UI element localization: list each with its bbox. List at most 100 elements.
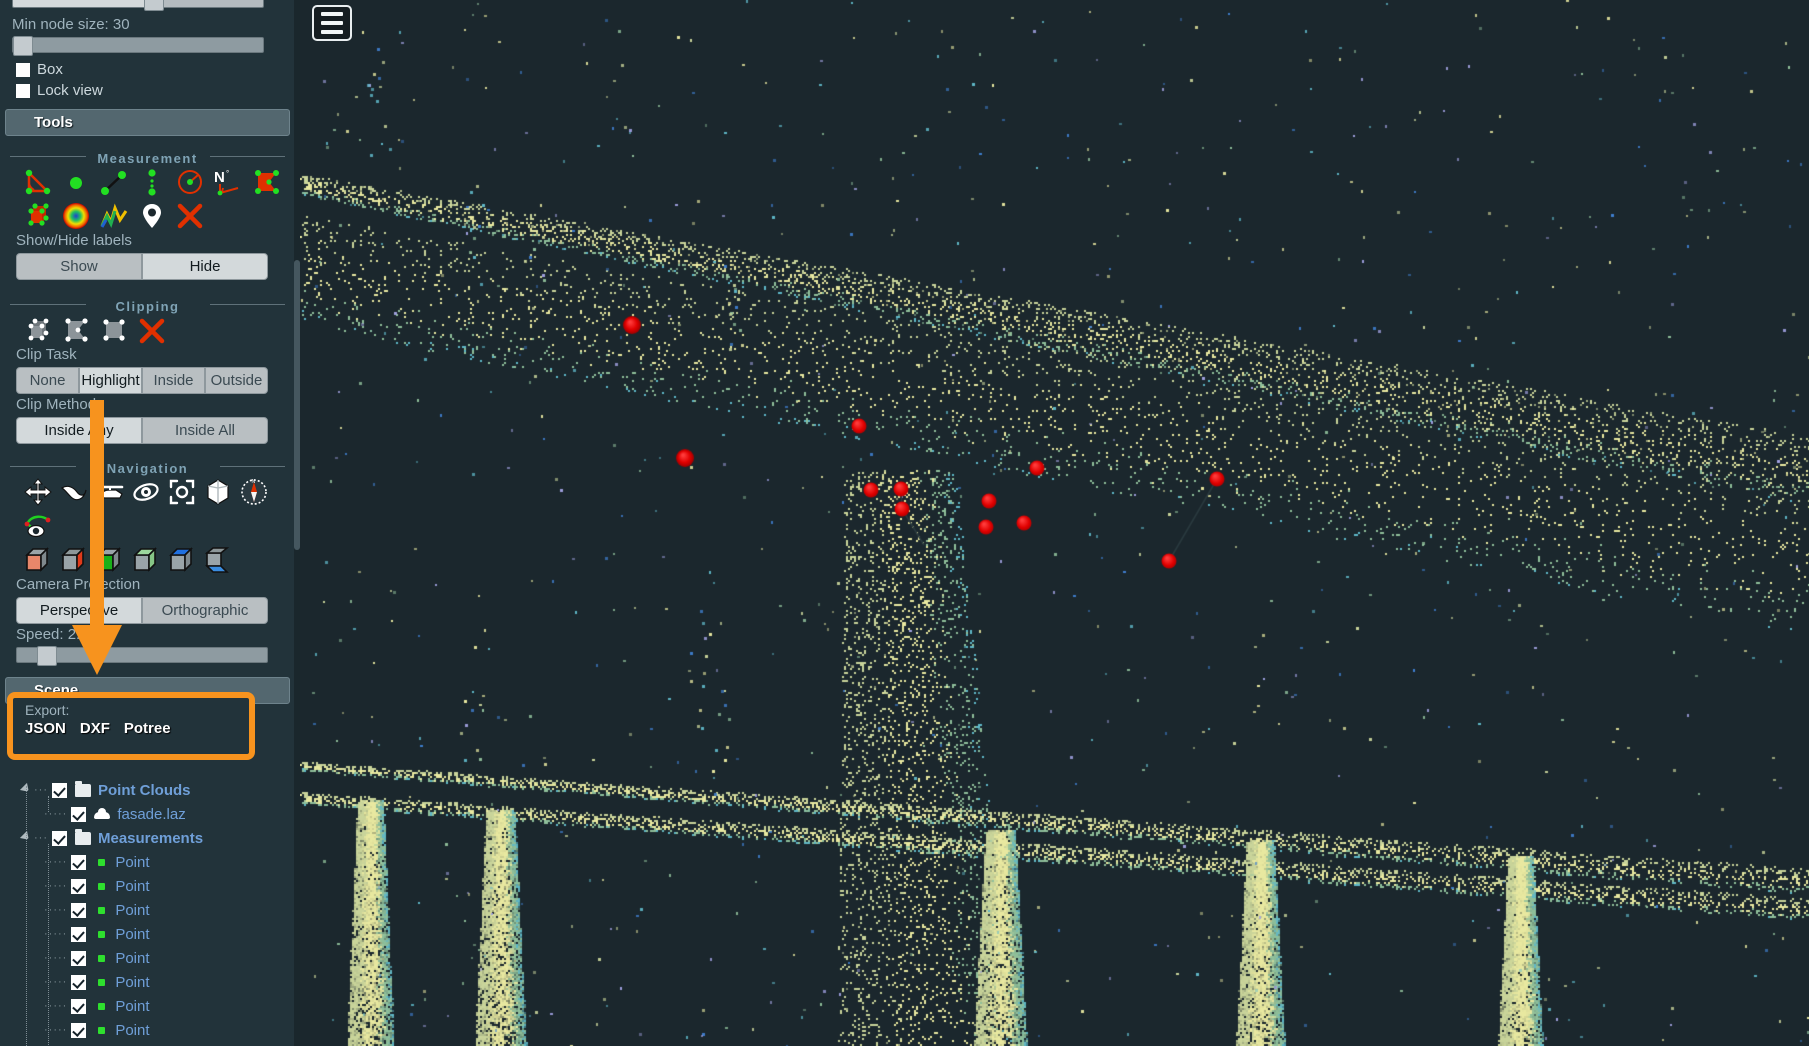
min-node-size-slider[interactable]: [12, 36, 264, 56]
checkbox-lock-view-input[interactable]: [16, 83, 30, 98]
annotation-icon[interactable]: [138, 202, 166, 230]
tree-row[interactable]: ····· Point: [0, 850, 290, 874]
clip-task-highlight-button[interactable]: Highlight: [79, 367, 142, 394]
clipping-group-title: Clipping: [107, 299, 188, 314]
tree-expand-toggle-icon[interactable]: [19, 830, 35, 846]
volume-box-icon[interactable]: [24, 202, 52, 230]
clipping-group-divider: Clipping: [10, 298, 285, 314]
point-icon: [98, 906, 106, 914]
tree-row[interactable]: ····· Point: [0, 946, 290, 970]
tree-checkbox[interactable]: [71, 926, 87, 942]
sidebar-scrollbar-track[interactable]: [294, 0, 300, 1046]
sidebar-scrollbar-thumb[interactable]: [294, 260, 300, 550]
tree-row-label: fasade.laz: [117, 805, 186, 823]
tree-row[interactable]: ····· Point: [0, 922, 290, 946]
clip-task-none-button[interactable]: None: [16, 367, 79, 394]
camera-animation-icon[interactable]: [24, 512, 52, 540]
point-icon: [98, 954, 106, 962]
export-dxf-link[interactable]: DXF: [80, 720, 110, 737]
view-top-icon[interactable]: [168, 546, 196, 574]
export-json-link[interactable]: JSON: [25, 720, 66, 737]
distance-measure-icon[interactable]: [100, 168, 128, 196]
tree-checkbox[interactable]: [71, 950, 87, 966]
point-budget-slider[interactable]: [12, 0, 264, 11]
angle-measure-icon[interactable]: [24, 168, 52, 196]
tree-row-label: Point: [115, 877, 150, 895]
height-measure-icon[interactable]: [138, 168, 166, 196]
tree-row-label: Point: [115, 973, 150, 991]
hamburger-bar: [321, 30, 343, 34]
scene-tree[interactable]: ··· Point Clouds ····· fasade.laz ··· Measure…: [0, 778, 290, 1046]
navigation-icon-row-2: [10, 506, 285, 540]
tree-checkbox[interactable]: [71, 974, 87, 990]
tree-checkbox[interactable]: [52, 830, 67, 846]
clip-task-label: Clip Task: [16, 346, 77, 363]
speed-slider[interactable]: [16, 646, 268, 666]
show-hide-labels-buttongroup: Show Hide: [16, 253, 268, 280]
min-node-size-slider-handle[interactable]: [13, 36, 33, 56]
clip-task-inside-button[interactable]: Inside: [142, 367, 205, 394]
remove-all-measurements-icon[interactable]: [176, 202, 204, 230]
tree-row[interactable]: ····· Point: [0, 874, 290, 898]
speed-slider-handle[interactable]: [37, 646, 57, 666]
show-labels-button[interactable]: Show: [16, 253, 142, 280]
potree-app: Min node size: 30 Box Lock view Tools Me…: [0, 0, 1809, 1046]
hamburger-menu-icon[interactable]: [312, 5, 352, 41]
view-back-icon[interactable]: [132, 546, 160, 574]
point-cloud-viewport[interactable]: [300, 0, 1809, 1046]
compass-icon[interactable]: N: [240, 478, 268, 506]
tree-row-label: Point: [115, 949, 150, 967]
clip-method-inside-any-button[interactable]: Inside Any: [16, 417, 142, 444]
tree-expand-toggle-icon[interactable]: [19, 782, 35, 798]
tree-checkbox[interactable]: [71, 806, 87, 822]
tree-checkbox[interactable]: [71, 998, 87, 1014]
clip-method-inside-all-button[interactable]: Inside All: [142, 417, 268, 444]
point-measure-icon[interactable]: [62, 168, 90, 196]
sidebar[interactable]: Min node size: 30 Box Lock view Tools Me…: [0, 0, 300, 1046]
view-front-icon[interactable]: [96, 546, 124, 574]
orbit-controls-icon[interactable]: [132, 478, 160, 506]
tree-row[interactable]: ··· Measurements: [0, 826, 290, 850]
profile-icon[interactable]: [100, 202, 128, 230]
checkbox-box[interactable]: Box: [16, 61, 295, 78]
volume-sphere-icon[interactable]: [62, 202, 90, 230]
view-bottom-icon[interactable]: [204, 546, 232, 574]
azimuth-measure-icon[interactable]: N °: [214, 168, 242, 196]
area-measure-icon[interactable]: [252, 168, 280, 196]
hide-labels-button[interactable]: Hide: [142, 253, 268, 280]
point-budget-slider-handle[interactable]: [144, 0, 164, 11]
clip-task-outside-button[interactable]: Outside: [205, 367, 268, 394]
tree-checkbox[interactable]: [71, 878, 87, 894]
full-extent-icon[interactable]: [204, 478, 232, 506]
focus-icon[interactable]: [168, 478, 196, 506]
helicopter-controls-icon[interactable]: [96, 478, 124, 506]
tree-row[interactable]: ····· fasade.laz: [0, 802, 290, 826]
clip-task-buttongroup: None Highlight Inside Outside: [16, 367, 268, 394]
view-left-icon[interactable]: [24, 546, 52, 574]
tree-row[interactable]: ··· Point Clouds: [0, 778, 290, 802]
clip-volume-icon[interactable]: [24, 316, 52, 344]
camera-projection-orthographic-button[interactable]: Orthographic: [142, 597, 268, 624]
export-potree-link[interactable]: Potree: [124, 720, 171, 737]
tree-row[interactable]: ····· Point: [0, 994, 290, 1018]
accordion-header-tools[interactable]: Tools: [5, 109, 290, 136]
tree-row[interactable]: ····· Point: [0, 898, 290, 922]
view-right-icon[interactable]: [60, 546, 88, 574]
tree-checkbox[interactable]: [71, 854, 87, 870]
tree-checkbox[interactable]: [71, 1022, 87, 1038]
camera-projection-perspective-button[interactable]: Perspective: [16, 597, 142, 624]
remove-clip-volumes-icon[interactable]: [138, 316, 166, 344]
tree-checkbox[interactable]: [52, 782, 67, 798]
point-cloud-canvas[interactable]: [300, 0, 1809, 1046]
fly-controls-icon[interactable]: [60, 478, 88, 506]
circle-measure-icon[interactable]: [176, 168, 204, 196]
clip-box-icon[interactable]: [100, 316, 128, 344]
tree-row[interactable]: ····· Point: [0, 1018, 290, 1042]
tree-row[interactable]: ····· Point: [0, 970, 290, 994]
clip-polygon-icon[interactable]: [62, 316, 90, 344]
tree-checkbox[interactable]: [71, 902, 87, 918]
checkbox-box-input[interactable]: [16, 62, 30, 77]
checkbox-lock-view[interactable]: Lock view: [16, 82, 295, 99]
earth-controls-icon[interactable]: [24, 478, 52, 506]
export-highlight-box: Export: JSON DXF Potree: [7, 692, 255, 760]
